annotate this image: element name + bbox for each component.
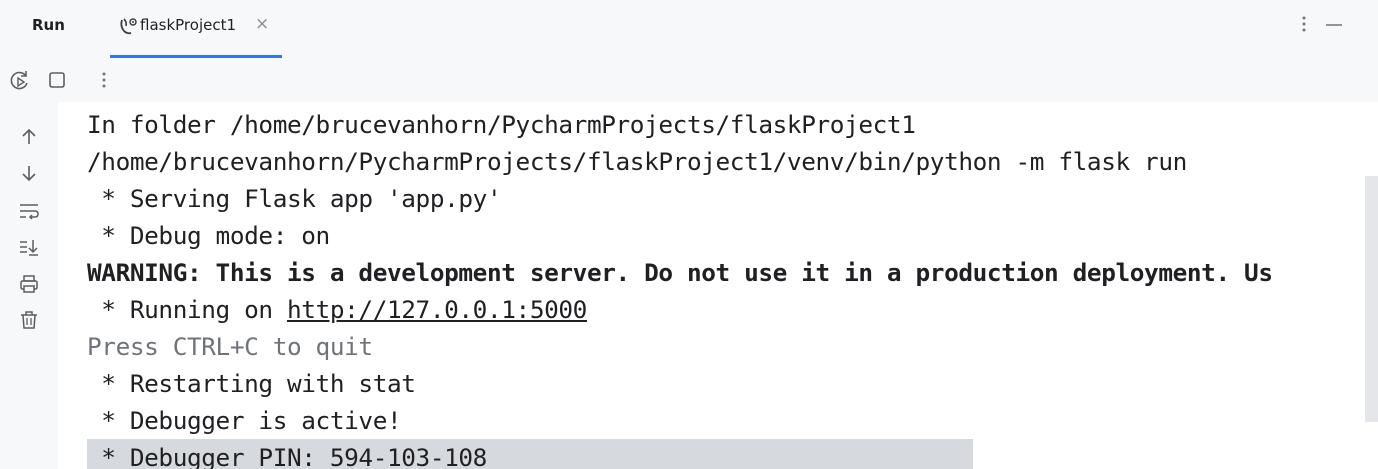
soft-wrap-icon[interactable] xyxy=(17,199,41,223)
console-line: * Serving Flask app 'app.py' xyxy=(87,184,502,213)
rerun-icon[interactable] xyxy=(8,68,32,92)
tab-label: flaskProject1 xyxy=(140,16,237,34)
close-icon[interactable]: × xyxy=(255,14,269,34)
vertical-scrollbar[interactable] xyxy=(1365,176,1378,422)
stop-icon[interactable] xyxy=(45,68,69,92)
console-line: * Running on http://127.0.0.1:5000 xyxy=(87,291,587,328)
console-line: /home/brucevanhorn/PycharmProjects/flask… xyxy=(87,147,1187,176)
tool-window-title: Run xyxy=(32,16,65,34)
tool-window-header: Run flaskProject1 × xyxy=(0,0,1378,58)
console-line-prefix: * Running on xyxy=(87,295,287,324)
more-vertical-icon[interactable] xyxy=(1296,12,1312,36)
console-line: * Restarting with stat xyxy=(87,369,416,398)
console-line-selected: * Debugger PIN: 594-103-108 xyxy=(87,439,973,469)
console-line: In folder /home/brucevanhorn/PycharmProj… xyxy=(87,110,916,139)
console-output[interactable]: In folder /home/brucevanhorn/PycharmProj… xyxy=(58,102,1378,469)
console-sidebar xyxy=(0,102,58,469)
tab-flaskproject1[interactable]: flaskProject1 × xyxy=(110,0,282,58)
arrow-down-icon[interactable] xyxy=(17,161,41,185)
flask-run-icon xyxy=(118,14,140,38)
trash-icon[interactable] xyxy=(17,308,41,332)
console-line: * Debug mode: on xyxy=(87,221,330,250)
minimize-icon[interactable] xyxy=(1324,14,1344,34)
run-toolbar xyxy=(0,58,1378,102)
print-icon[interactable] xyxy=(17,272,41,296)
server-url-link[interactable]: http://127.0.0.1:5000 xyxy=(287,295,587,324)
console-warning-line: WARNING: This is a development server. D… xyxy=(87,258,1273,287)
console-line: Press CTRL+C to quit xyxy=(87,332,373,361)
arrow-up-icon[interactable] xyxy=(17,125,41,149)
scroll-to-end-icon[interactable] xyxy=(17,235,41,259)
more-vertical-icon[interactable] xyxy=(92,68,116,92)
console-line: * Debugger is active! xyxy=(87,406,402,435)
